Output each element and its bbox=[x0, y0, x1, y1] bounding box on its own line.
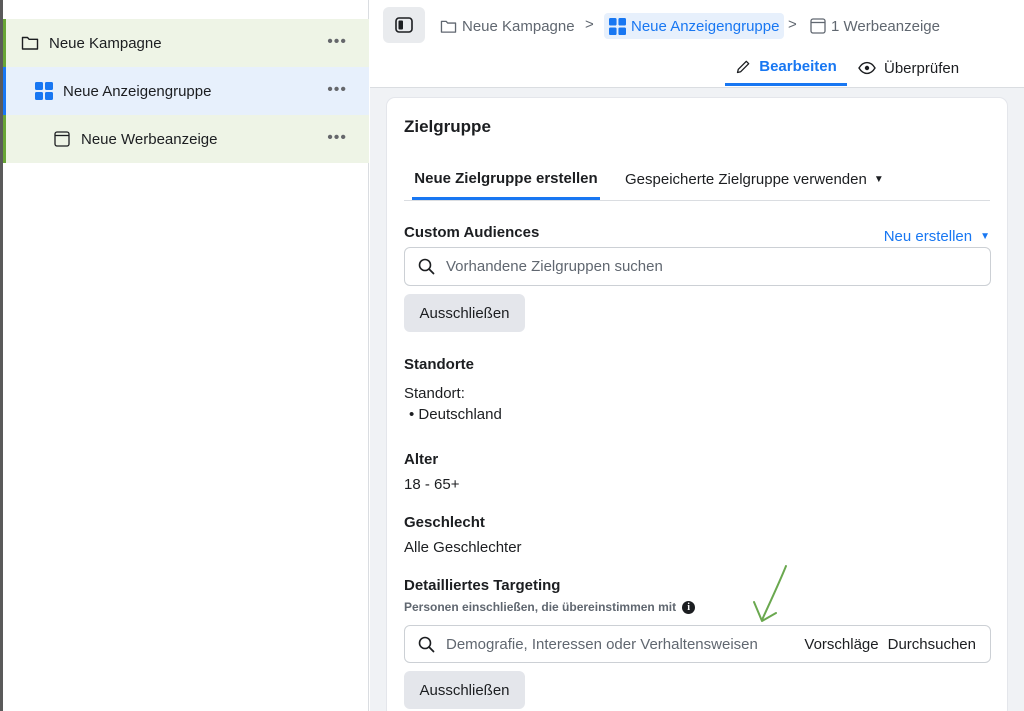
location-list-item: • Deutschland bbox=[409, 406, 502, 423]
breadcrumb-separator: > bbox=[788, 16, 797, 33]
exclude-button[interactable]: Ausschließen bbox=[404, 294, 525, 332]
tab-saved-audience[interactable]: Gespeicherte Zielgruppe verwenden ▼ bbox=[625, 159, 884, 200]
pencil-icon bbox=[735, 59, 751, 75]
panel-toggle-button[interactable] bbox=[383, 7, 425, 43]
card-title: Zielgruppe bbox=[404, 117, 491, 136]
breadcrumb-label: 1 Werbeanzeige bbox=[831, 17, 940, 35]
info-icon[interactable]: i bbox=[682, 600, 696, 614]
more-options-icon[interactable]: ••• bbox=[327, 33, 347, 51]
tree-item-label: Neue Werbeanzeige bbox=[81, 130, 218, 148]
tree-item-ad[interactable]: Neue Werbeanzeige ••• bbox=[3, 115, 369, 163]
tree-item-label: Neue Kampagne bbox=[49, 34, 162, 52]
locations-label: Standorte bbox=[404, 356, 475, 373]
note-text: Personen einschließen, die übereinstimme… bbox=[404, 600, 677, 614]
tab-create-audience[interactable]: Neue Zielgruppe erstellen bbox=[412, 159, 600, 200]
age-value: 18 - 65+ bbox=[404, 476, 460, 493]
folder-icon bbox=[20, 33, 40, 53]
breadcrumb-campaign[interactable]: Neue Kampagne bbox=[440, 13, 575, 39]
tree-item-campaign[interactable]: Neue Kampagne ••• bbox=[3, 19, 369, 67]
breadcrumb-adset[interactable]: Neue Anzeigengruppe bbox=[604, 13, 785, 39]
caret-down-icon: ▼ bbox=[873, 174, 884, 185]
tab-edit[interactable]: Bearbeiten bbox=[725, 50, 847, 86]
tree-item-adset[interactable]: Neue Anzeigengruppe ••• bbox=[3, 67, 369, 115]
gender-value: Alle Geschlechter bbox=[404, 539, 522, 556]
breadcrumb-ad[interactable]: 1 Werbeanzeige bbox=[810, 13, 940, 39]
tab-review[interactable]: Überprüfen bbox=[858, 50, 959, 86]
search-actions: Vorschläge Durchsuchen bbox=[804, 636, 976, 653]
grid-icon bbox=[34, 81, 54, 101]
campaign-tree-sidebar: Neue Kampagne ••• Neue Anzeigengruppe ••… bbox=[3, 0, 369, 711]
search-icon bbox=[418, 258, 435, 275]
annotation-arrow-icon bbox=[753, 565, 787, 622]
tab-label: Überprüfen bbox=[884, 59, 960, 77]
tab-label: Gespeicherte Zielgruppe verwenden bbox=[625, 171, 867, 188]
grid-icon bbox=[609, 17, 626, 35]
detailed-targeting-search-input[interactable]: Demografie, Interessen oder Verhaltenswe… bbox=[404, 625, 991, 663]
breadcrumb-label: Neue Kampagne bbox=[462, 17, 575, 35]
caret-down-icon: ▼ bbox=[980, 231, 990, 242]
link-label: Neu erstellen bbox=[883, 228, 973, 245]
custom-audience-search-input[interactable]: Vorhandene Zielgruppen suchen bbox=[404, 247, 991, 286]
search-placeholder: Demografie, Interessen oder Verhaltenswe… bbox=[446, 635, 758, 653]
custom-audiences-label: Custom Audiences bbox=[404, 224, 540, 241]
editor-header: Neue Kampagne > Neue Anzeigengruppe > 1 … bbox=[370, 0, 1024, 88]
ad-frame-icon bbox=[810, 18, 826, 34]
tab-label: Bearbeiten bbox=[759, 58, 837, 75]
detailed-targeting-label: Detailliertes Targeting bbox=[404, 577, 561, 594]
gender-label: Geschlecht bbox=[404, 514, 485, 531]
suggestions-button[interactable]: Vorschläge bbox=[804, 636, 878, 653]
detailed-targeting-note: Personen einschließen, die übereinstimme… bbox=[404, 600, 696, 614]
create-new-link[interactable]: Neu erstellen ▼ bbox=[884, 228, 990, 245]
exclude-button[interactable]: Ausschließen bbox=[404, 671, 525, 709]
tabs-divider bbox=[404, 200, 990, 201]
tree-item-label: Neue Anzeigengruppe bbox=[63, 82, 212, 100]
search-placeholder: Vorhandene Zielgruppen suchen bbox=[446, 258, 663, 275]
eye-icon bbox=[858, 61, 876, 75]
location-value: Deutschland bbox=[418, 406, 502, 423]
panel-toggle-icon bbox=[395, 17, 413, 33]
location-sublabel: Standort: bbox=[404, 385, 465, 402]
more-options-icon[interactable]: ••• bbox=[327, 129, 347, 147]
audience-card: Zielgruppe Neue Zielgruppe erstellen Ges… bbox=[387, 98, 1007, 711]
breadcrumb-separator: > bbox=[585, 16, 594, 33]
more-options-icon[interactable]: ••• bbox=[327, 81, 347, 99]
search-icon bbox=[418, 636, 435, 653]
browse-button[interactable]: Durchsuchen bbox=[888, 636, 976, 653]
age-label: Alter bbox=[404, 451, 439, 468]
bullet: • bbox=[409, 406, 419, 423]
breadcrumb-label: Neue Anzeigengruppe bbox=[631, 17, 780, 35]
ad-frame-icon bbox=[52, 129, 72, 149]
folder-icon bbox=[440, 19, 457, 34]
